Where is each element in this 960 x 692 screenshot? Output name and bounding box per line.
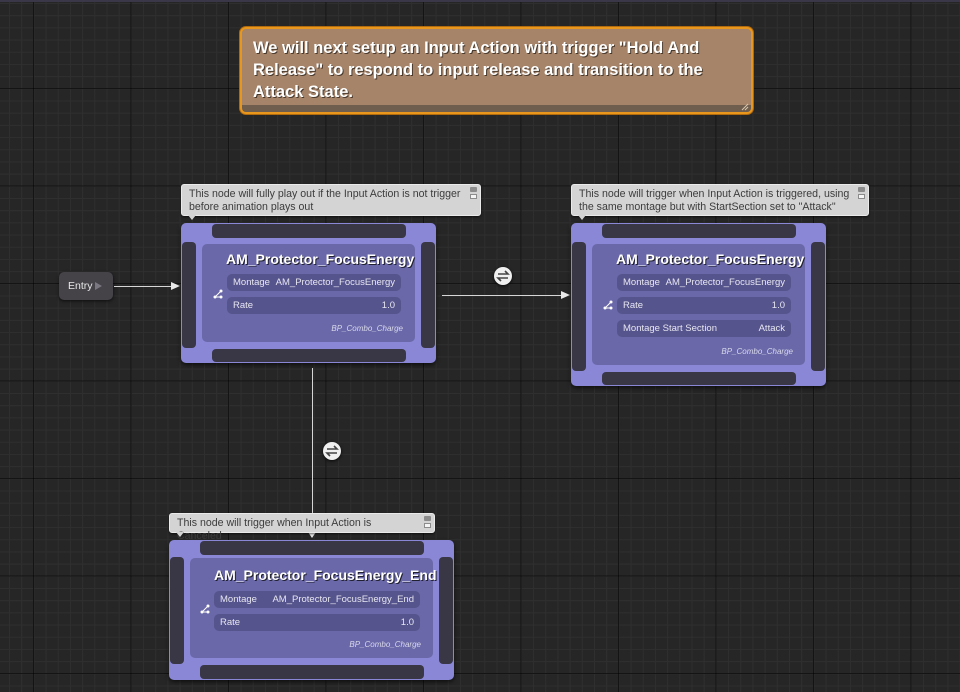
node1-comment-text: This node will fully play out if the Inp… bbox=[189, 188, 461, 213]
node-owner-label: BP_Combo_Charge bbox=[721, 347, 793, 356]
entry-output-pin-icon[interactable] bbox=[95, 282, 102, 290]
node-owner-label: BP_Combo_Charge bbox=[331, 324, 403, 333]
transition-wire-attack bbox=[442, 295, 562, 296]
property-label: Rate bbox=[233, 300, 254, 311]
state-machine-icon bbox=[200, 604, 210, 614]
transition-icon[interactable] bbox=[323, 442, 341, 460]
property-value: AM_Protector_FocusEnergy bbox=[275, 277, 395, 288]
entry-label: Entry bbox=[68, 280, 93, 292]
node-right-pin-bar[interactable] bbox=[439, 557, 453, 664]
node-bottom-pin-bar[interactable] bbox=[200, 665, 424, 679]
node3-comment-bubble[interactable]: This node will trigger when Input Action… bbox=[169, 513, 435, 542]
rate-property-row[interactable]: Rate 1.0 bbox=[617, 297, 791, 314]
comment-pin-icon[interactable] bbox=[858, 187, 865, 201]
transition-arrow-icon bbox=[561, 291, 570, 299]
property-value: AM_Protector_FocusEnergy_End bbox=[272, 594, 414, 605]
property-value: AM_Protector_FocusEnergy bbox=[665, 277, 785, 288]
node-left-pin-bar[interactable] bbox=[182, 242, 196, 348]
node2-comment-bubble[interactable]: This node will trigger when Input Action… bbox=[571, 184, 869, 220]
node-top-pin-bar[interactable] bbox=[602, 224, 796, 238]
node3-comment-text: This node will trigger when Input Action… bbox=[177, 517, 372, 542]
property-value: 1.0 bbox=[381, 300, 395, 311]
rate-property-row[interactable]: Rate 1.0 bbox=[214, 614, 420, 631]
property-label: Montage bbox=[220, 594, 257, 605]
state-node-focus-energy-attack[interactable]: AM_Protector_FocusEnergy Montage AM_Prot… bbox=[571, 223, 826, 386]
node2-comment-text: This node will trigger when Input Action… bbox=[579, 188, 850, 213]
node-top-pin-bar[interactable] bbox=[200, 541, 424, 555]
property-value: 1.0 bbox=[771, 300, 785, 311]
instruction-comment-banner[interactable]: We will next setup an Input Action with … bbox=[240, 27, 753, 114]
entry-node[interactable]: Entry bbox=[59, 272, 113, 300]
banner-footer bbox=[242, 105, 751, 112]
node-owner-label: BP_Combo_Charge bbox=[349, 640, 421, 649]
node-body: AM_Protector_FocusEnergy Montage AM_Prot… bbox=[592, 244, 805, 365]
montage-property-row[interactable]: Montage AM_Protector_FocusEnergy bbox=[617, 274, 791, 291]
property-label: Rate bbox=[220, 617, 241, 628]
rate-property-row[interactable]: Rate 1.0 bbox=[227, 297, 401, 314]
node-title: AM_Protector_FocusEnergy bbox=[226, 251, 415, 267]
start-section-property-row[interactable]: Montage Start Section Attack bbox=[617, 320, 791, 337]
node-bottom-pin-bar[interactable] bbox=[602, 372, 796, 385]
node-right-pin-bar[interactable] bbox=[811, 242, 825, 371]
node1-comment-bubble[interactable]: This node will fully play out if the Inp… bbox=[181, 184, 481, 220]
resize-handle-icon[interactable] bbox=[741, 103, 749, 111]
transition-icon[interactable] bbox=[494, 267, 512, 285]
transition-wire-end bbox=[312, 368, 313, 532]
property-label: Montage bbox=[233, 277, 270, 288]
state-machine-icon bbox=[213, 289, 223, 299]
property-label: Montage Start Section bbox=[623, 323, 717, 334]
node-top-pin-bar[interactable] bbox=[212, 224, 406, 238]
state-node-focus-energy-end[interactable]: AM_Protector_FocusEnergy_End Montage AM_… bbox=[169, 540, 454, 680]
entry-wire bbox=[114, 286, 172, 287]
state-node-focus-energy[interactable]: AM_Protector_FocusEnergy Montage AM_Prot… bbox=[181, 223, 436, 363]
state-machine-graph[interactable]: We will next setup an Input Action with … bbox=[0, 0, 960, 692]
comment-pin-icon[interactable] bbox=[424, 516, 431, 530]
property-label: Rate bbox=[623, 300, 644, 311]
property-value: 1.0 bbox=[400, 617, 414, 628]
node-title: AM_Protector_FocusEnergy_End bbox=[214, 567, 437, 583]
node-bottom-pin-bar[interactable] bbox=[212, 349, 406, 362]
top-border bbox=[0, 0, 960, 2]
node-body: AM_Protector_FocusEnergy Montage AM_Prot… bbox=[202, 244, 415, 342]
banner-text: We will next setup an Input Action with … bbox=[253, 39, 703, 101]
comment-pin-icon[interactable] bbox=[470, 187, 477, 201]
property-value: Attack bbox=[758, 323, 785, 334]
entry-wire-arrow-icon bbox=[171, 282, 180, 290]
montage-property-row[interactable]: Montage AM_Protector_FocusEnergy bbox=[227, 274, 401, 291]
node-body: AM_Protector_FocusEnergy_End Montage AM_… bbox=[190, 558, 437, 658]
node-left-pin-bar[interactable] bbox=[170, 557, 184, 664]
state-machine-icon bbox=[603, 300, 613, 310]
node-left-pin-bar[interactable] bbox=[572, 242, 586, 371]
node-title: AM_Protector_FocusEnergy bbox=[616, 251, 805, 267]
montage-property-row[interactable]: Montage AM_Protector_FocusEnergy_End bbox=[214, 591, 420, 608]
property-label: Montage bbox=[623, 277, 660, 288]
node-right-pin-bar[interactable] bbox=[421, 242, 435, 348]
